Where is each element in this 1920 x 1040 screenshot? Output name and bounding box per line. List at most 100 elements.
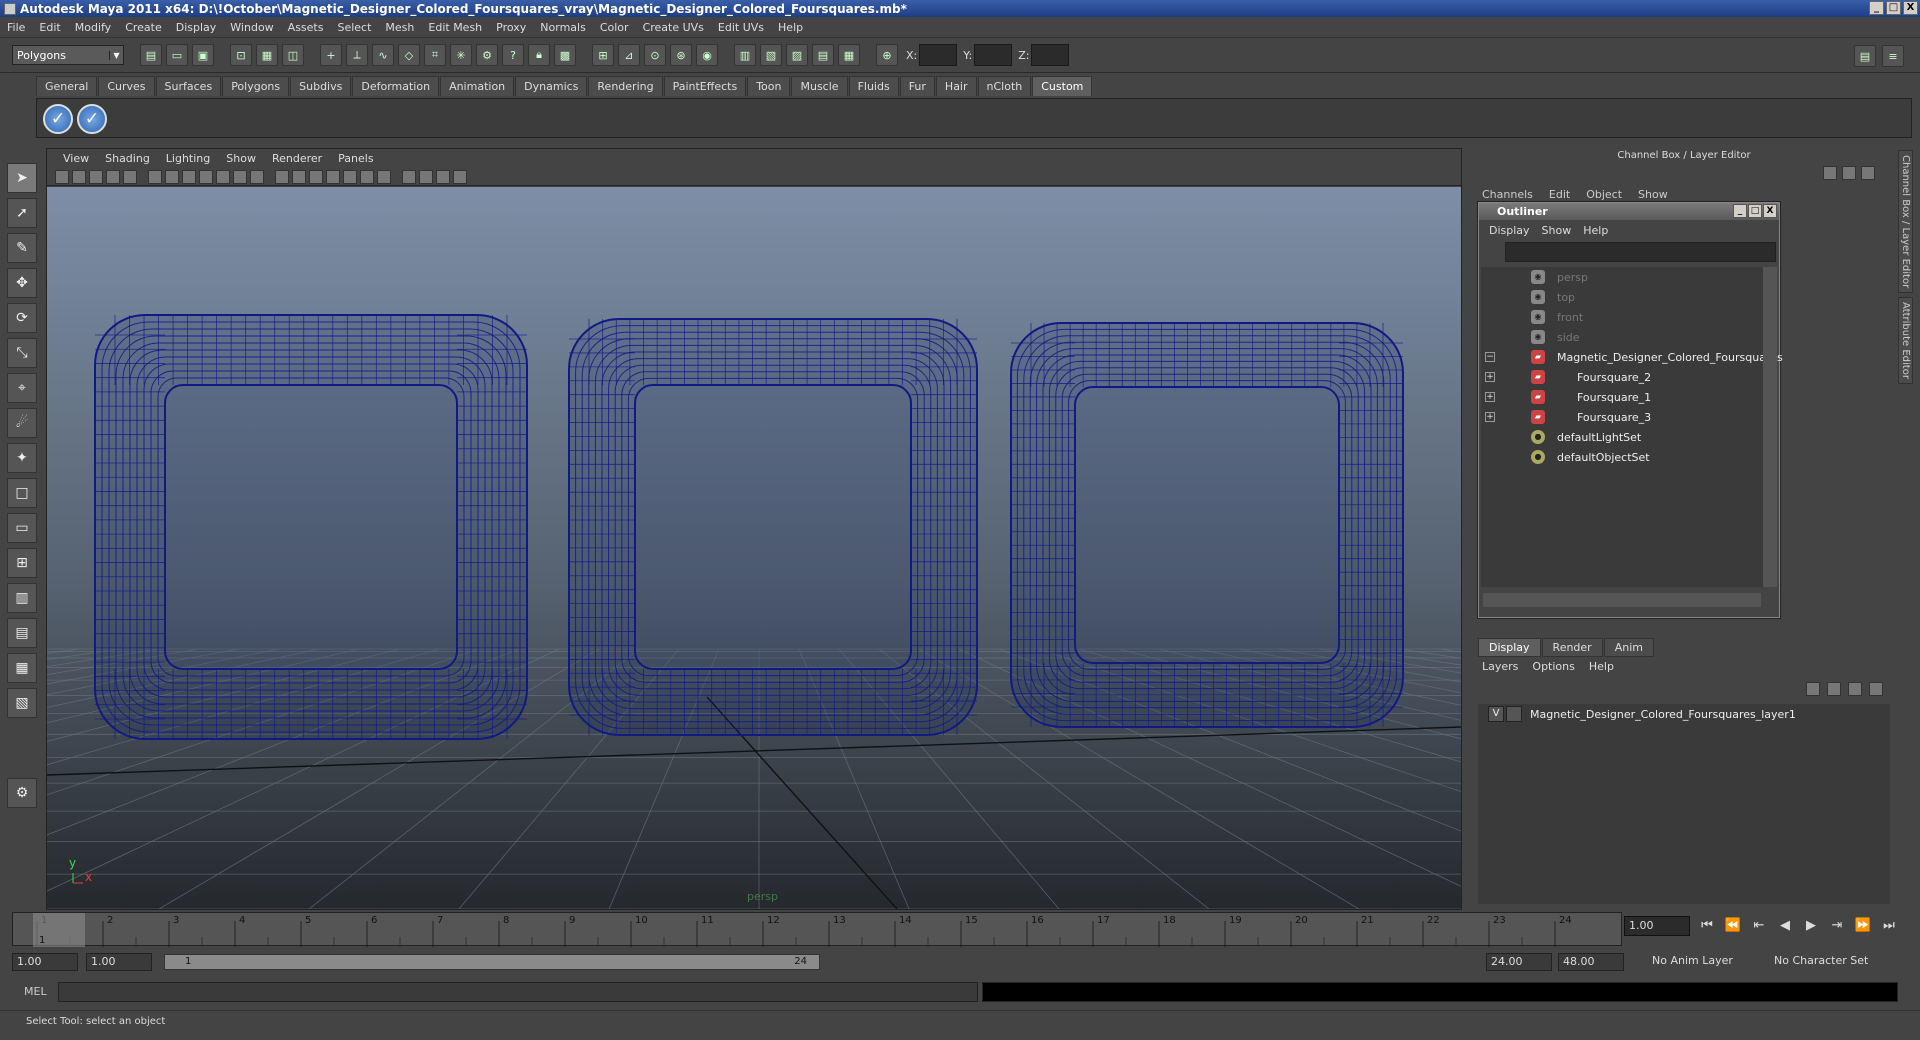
paint-select-tool-icon[interactable]: ✎ [7, 233, 37, 263]
backface-icon[interactable] [453, 169, 467, 184]
outliner-row[interactable]: + ▰ Foursquare_1 [1481, 387, 1763, 407]
channel-box-attr-icon[interactable] [1842, 166, 1856, 180]
mask-handles-icon[interactable]: + [320, 44, 342, 66]
new-scene-icon[interactable]: ▤ [140, 44, 162, 66]
shelf-tab-fluids[interactable]: Fluids [848, 76, 899, 96]
animation-end-field[interactable]: 48.00 [1558, 953, 1624, 971]
menu-edit-uvs[interactable]: Edit UVs [711, 21, 771, 34]
menu-select[interactable]: Select [330, 21, 378, 34]
outliner-row[interactable]: ◉ side [1481, 327, 1763, 347]
mask-deformers-icon[interactable]: ⌗ [424, 44, 446, 66]
layout-graph-icon[interactable]: ▤ [7, 618, 37, 648]
menu-file[interactable]: File [0, 21, 32, 34]
viewport-menu-lighting[interactable]: Lighting [158, 152, 218, 165]
quick-layout-icon[interactable]: ⚙ [7, 778, 37, 808]
layer-menu-options[interactable]: Options [1532, 660, 1582, 673]
shelf-tab-surfaces[interactable]: Surfaces [155, 76, 222, 96]
mask-surfaces-icon[interactable]: ◇ [398, 44, 420, 66]
outliner-row[interactable]: ◉ top [1481, 287, 1763, 307]
menu-assets[interactable]: Assets [281, 21, 331, 34]
x-field[interactable] [919, 44, 958, 66]
menu-create[interactable]: Create [118, 21, 169, 34]
shelf-tab-subdivs[interactable]: Subdivs [290, 76, 352, 96]
mask-misc-icon[interactable]: ? [502, 44, 524, 66]
outliner-menu-help[interactable]: Help [1577, 224, 1614, 237]
playback-end-field[interactable]: 24.00 [1486, 953, 1552, 971]
outliner-row[interactable]: ◉ front [1481, 307, 1763, 327]
menu-mesh[interactable]: Mesh [378, 21, 421, 34]
shelf-tab-painteffects[interactable]: PaintEffects [663, 76, 747, 96]
outliner-vertical-scrollbar[interactable] [1763, 267, 1777, 587]
transform-field-icon[interactable]: ⊕ [876, 44, 898, 66]
scale-tool-icon[interactable]: ⤡ [7, 338, 37, 368]
camera-bookmark-icon[interactable] [72, 169, 86, 184]
layer-menu-layers[interactable]: Layers [1482, 660, 1526, 673]
menu-set-selector[interactable]: Polygons ▼ [12, 45, 124, 65]
textured-icon[interactable] [326, 169, 340, 184]
viewport-menu-panels[interactable]: Panels [330, 152, 381, 165]
snap-grid-icon[interactable]: ⊞ [592, 44, 614, 66]
ipr-render-icon[interactable]: ▤ [812, 44, 834, 66]
new-layer-icon[interactable] [1848, 682, 1862, 696]
outliner-expand-toggle[interactable]: − [1485, 352, 1495, 362]
render-view-icon[interactable]: ▧ [760, 44, 782, 66]
outliner-row[interactable]: ◉ persp [1481, 267, 1763, 287]
layout-four-icon[interactable]: ⊞ [7, 548, 37, 578]
2d-pan-icon[interactable] [106, 169, 120, 184]
layer-visibility-toggle[interactable]: V [1488, 706, 1504, 722]
toggle-attribute-editor-icon[interactable]: ≡ [1882, 45, 1904, 67]
move-tool-icon[interactable]: ✥ [7, 268, 37, 298]
go-to-end-icon[interactable]: ⏭ [1876, 918, 1902, 933]
shadows-icon[interactable] [360, 169, 374, 184]
menu-modify[interactable]: Modify [68, 21, 118, 34]
outliner-expand-toggle[interactable]: + [1485, 412, 1495, 422]
menu-edit[interactable]: Edit [32, 21, 67, 34]
step-back-key-icon[interactable]: ⇤ [1746, 918, 1772, 933]
lasso-tool-icon[interactable]: ➚ [7, 198, 37, 228]
step-back-icon[interactable]: ⏪ [1720, 918, 1746, 933]
render-current-icon[interactable]: ▨ [786, 44, 808, 66]
outliner-minimize-button[interactable]: _ [1733, 204, 1747, 218]
shelf-tab-custom[interactable]: Custom [1032, 76, 1093, 96]
xray-joints-icon[interactable] [436, 169, 450, 184]
snap-point-icon[interactable]: ⊙ [644, 44, 666, 66]
channel-box-tool-icon[interactable] [1861, 166, 1875, 180]
y-field[interactable] [974, 44, 1013, 66]
checkmark-shelf-icon[interactable]: ✓ [43, 104, 73, 134]
shelf-tab-toon[interactable]: Toon [747, 76, 791, 96]
make-live-icon[interactable]: ◉ [696, 44, 718, 66]
layout-single-icon[interactable]: ▭ [7, 513, 37, 543]
close-button[interactable]: X [1903, 1, 1918, 15]
smooth-shade-icon[interactable] [292, 169, 306, 184]
play-forward-icon[interactable]: ▶ [1798, 918, 1824, 933]
camera-attrs-icon[interactable] [55, 169, 69, 184]
play-backward-icon[interactable]: ◀ [1772, 918, 1798, 933]
side-tab-attribute-editor[interactable]: Attribute Editor [1898, 297, 1913, 385]
toggle-channel-box-icon[interactable]: ▤ [1854, 45, 1876, 67]
select-object-icon[interactable]: ▦ [256, 44, 278, 66]
scene-canvas[interactable]: y x [0, 187, 1920, 910]
character-set-selector[interactable]: No Character Set [1770, 953, 1880, 971]
menu-normals[interactable]: Normals [533, 21, 593, 34]
shelf-tab-curves[interactable]: Curves [98, 76, 155, 96]
shelf-tab-ncloth[interactable]: nCloth [977, 76, 1032, 96]
use-all-lights-icon[interactable] [343, 169, 357, 184]
menu-edit-mesh[interactable]: Edit Mesh [421, 21, 489, 34]
viewport-menu-show[interactable]: Show [218, 152, 264, 165]
layer-tab-render[interactable]: Render [1541, 638, 1603, 657]
layer-tab-anim[interactable]: Anim [1603, 638, 1654, 657]
mask-joints-icon[interactable]: ⟂ [346, 44, 368, 66]
command-input[interactable] [58, 982, 978, 1002]
outliner-expand-toggle[interactable]: + [1485, 372, 1495, 382]
safe-action-icon[interactable] [233, 169, 247, 184]
viewport-menu-renderer[interactable]: Renderer [264, 152, 330, 165]
layer-menu-help[interactable]: Help [1589, 660, 1622, 673]
channel-box-layer-icon[interactable] [1823, 166, 1837, 180]
soft-mod-icon[interactable]: ☄ [7, 408, 37, 438]
layer-tab-display[interactable]: Display [1478, 638, 1541, 657]
shelf-tab-deformation[interactable]: Deformation [352, 76, 440, 96]
outliner-row[interactable]: − ▰ Magnetic_Designer_Colored_Foursquares [1481, 347, 1783, 367]
step-forward-key-icon[interactable]: ⇥ [1824, 918, 1850, 933]
last-tool-icon[interactable]: □ [7, 478, 37, 508]
resolution-gate-icon[interactable] [182, 169, 196, 184]
